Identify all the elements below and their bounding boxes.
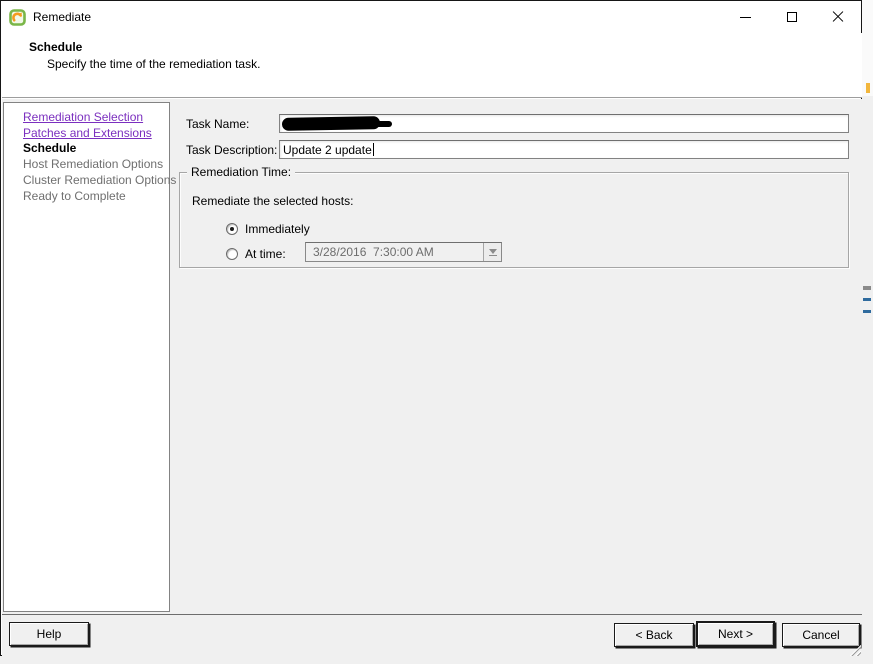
at-time-radio[interactable] — [226, 248, 238, 260]
page-subtitle: Specify the time of the remediation task… — [47, 57, 261, 71]
background-artifact — [866, 83, 870, 93]
wizard-body: Remediation Selection Patches and Extens… — [2, 99, 862, 656]
minimize-button[interactable] — [723, 1, 769, 33]
radio-row-immediately[interactable]: Immediately — [226, 222, 310, 236]
update-manager-icon — [9, 8, 26, 26]
sidebar-item-ready-to-complete: Ready to Complete — [23, 188, 126, 203]
window-title: Remediate — [33, 10, 92, 24]
redaction-mark — [350, 121, 392, 127]
task-description-input[interactable]: Update 2 update — [279, 140, 849, 159]
minimize-icon — [740, 17, 751, 18]
back-button[interactable]: < Back — [614, 623, 694, 647]
background-artifact — [863, 310, 871, 313]
wizard-header: Schedule Specify the time of the remedia… — [2, 33, 862, 98]
chevron-down-icon — [488, 248, 497, 254]
maximize-icon — [787, 12, 797, 22]
wizard-steps-sidebar: Remediation Selection Patches and Extens… — [3, 102, 177, 612]
schedule-datetime-value: 3/28/2016 7:30:00 AM — [313, 245, 434, 259]
remediation-time-legend: Remediation Time: — [187, 165, 296, 179]
task-description-value: Update 2 update — [283, 142, 372, 157]
radio-row-at-time[interactable]: At time: — [226, 247, 286, 261]
sidebar-item-remediation-selection[interactable]: Remediation Selection — [23, 110, 165, 126]
page-title: Schedule — [29, 40, 83, 54]
cancel-button[interactable]: Cancel — [782, 623, 860, 647]
immediately-label: Immediately — [245, 222, 310, 236]
immediately-radio[interactable] — [226, 223, 238, 235]
remediate-dialog-window: Remediate Schedule Specify the time of t… — [0, 0, 862, 656]
footer-separator — [2, 614, 862, 615]
schedule-datetime-picker: 3/28/2016 7:30:00 AM — [305, 242, 502, 262]
text-caret — [372, 143, 374, 156]
sidebar-item-schedule: Schedule — [23, 141, 77, 156]
background-artifact — [863, 286, 871, 290]
desktop-background: Remediate Schedule Specify the time of t… — [0, 0, 873, 664]
task-name-input[interactable] — [279, 114, 849, 133]
task-name-label: Task Name: — [186, 117, 250, 131]
next-button[interactable]: Next > — [696, 621, 775, 647]
background-window-sliver — [862, 0, 873, 96]
at-time-label: At time: — [245, 247, 286, 261]
maximize-button[interactable] — [769, 1, 815, 33]
sidebar-item-host-remediation-options: Host Remediation Options — [23, 157, 164, 172]
task-description-label: Task Description: — [186, 143, 278, 157]
title-bar[interactable]: Remediate — [1, 1, 861, 33]
window-controls — [723, 1, 861, 33]
radio-dot — [230, 227, 234, 231]
sidebar-item-patches-and-extensions[interactable]: Patches and Extensions — [23, 126, 165, 142]
sidebar-item-cluster-remediation-options: Cluster Remediation Options — [23, 172, 177, 187]
background-artifact — [863, 298, 871, 301]
close-button[interactable] — [815, 1, 861, 33]
datetime-dropdown-button — [483, 243, 501, 261]
chevron-down-icon — [488, 254, 497, 256]
remediation-time-group: Remediation Time: Remediate the selected… — [179, 165, 849, 268]
help-button[interactable]: Help — [9, 622, 89, 646]
remediate-hosts-prompt: Remediate the selected hosts: — [192, 194, 354, 208]
